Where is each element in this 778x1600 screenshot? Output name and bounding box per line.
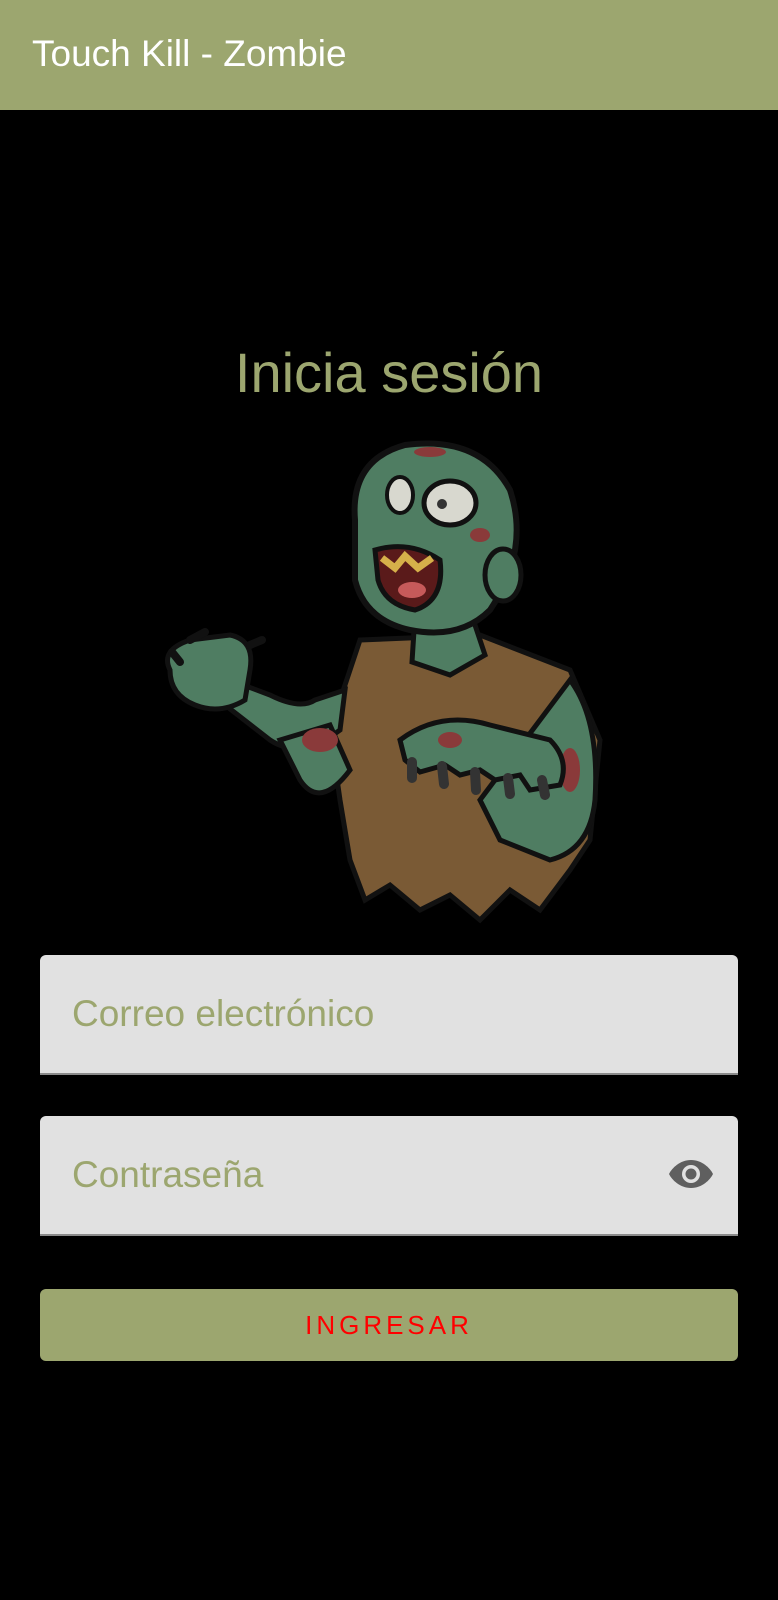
- email-field[interactable]: Correo electrónico: [40, 955, 738, 1075]
- eye-icon[interactable]: [668, 1156, 714, 1192]
- app-title: Touch Kill - Zombie: [32, 33, 347, 74]
- app-bar: Touch Kill - Zombie: [0, 0, 778, 110]
- login-button-label: INGRESAR: [305, 1310, 473, 1340]
- login-button[interactable]: INGRESAR: [40, 1289, 738, 1361]
- page-title: Inicia sesión: [234, 341, 544, 404]
- password-placeholder: Contraseña: [72, 1154, 264, 1195]
- zombie-illustration: [165, 440, 603, 924]
- password-field[interactable]: Contraseña: [40, 1116, 738, 1236]
- email-placeholder: Correo electrónico: [72, 993, 375, 1034]
